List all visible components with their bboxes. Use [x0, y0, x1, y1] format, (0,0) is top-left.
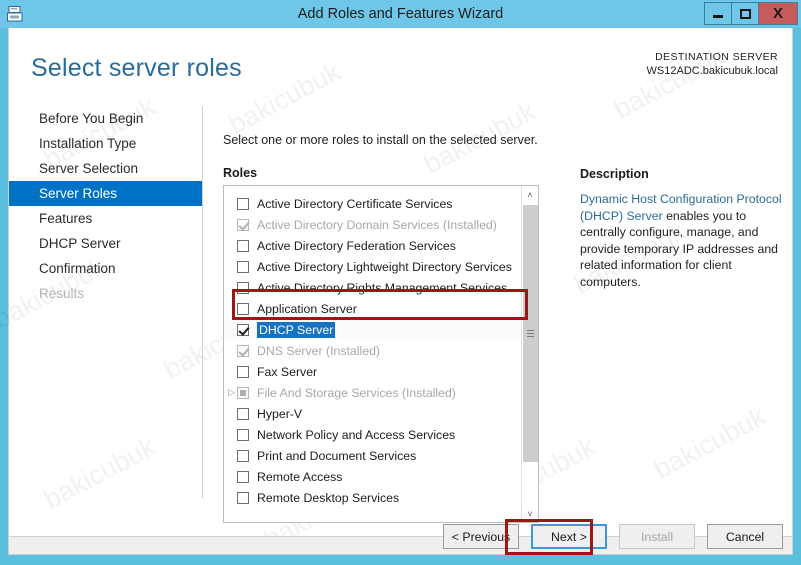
role-label: Remote Access	[257, 469, 343, 484]
window-title: Add Roles and Features Wizard	[297, 6, 504, 22]
role-checkbox[interactable]	[237, 260, 249, 273]
destination-server: DESTINATION SERVER WS12ADC.bakicubuk.loc…	[647, 51, 778, 77]
role-label: Active Directory Federation Services	[257, 238, 456, 253]
role-label: File And Storage Services (Installed)	[257, 385, 456, 400]
role-checkbox[interactable]	[237, 197, 249, 210]
minimize-button[interactable]	[704, 2, 732, 25]
install-button: Install	[619, 524, 695, 549]
watermark: bakicubuk	[648, 401, 771, 485]
role-checkbox[interactable]	[237, 281, 249, 294]
scrollbar-grip-icon	[527, 330, 534, 337]
role-row[interactable]: Active Directory Domain Services (Instal…	[224, 214, 522, 235]
role-checkbox[interactable]	[237, 491, 249, 504]
role-row[interactable]: ▷ File And Storage Services (Installed)	[224, 382, 522, 403]
wizard-window: Add Roles and Features Wizard X bakicubu…	[0, 0, 801, 565]
role-checkbox[interactable]	[237, 365, 249, 378]
role-checkbox	[237, 386, 249, 399]
scroll-up-icon[interactable]: ˄	[522, 186, 538, 203]
role-row[interactable]: Active Directory Lightweight Directory S…	[224, 256, 522, 277]
scrollbar-thumb[interactable]	[523, 205, 538, 462]
role-label: DNS Server (Installed)	[257, 343, 381, 358]
sidebar-item-dhcp-server[interactable]: DHCP Server	[9, 231, 202, 256]
role-row[interactable]: Print and Document Services	[224, 445, 522, 466]
sidebar-item-before-you-begin[interactable]: Before You Begin	[9, 106, 202, 131]
role-checkbox[interactable]	[237, 302, 249, 315]
role-checkbox[interactable]	[237, 239, 249, 252]
cancel-button[interactable]: Cancel	[707, 524, 783, 549]
expander-triangle-icon[interactable]: ▷	[228, 387, 237, 398]
previous-button[interactable]: < Previous	[443, 524, 519, 549]
role-row[interactable]: Active Directory Rights Management Servi…	[224, 277, 522, 298]
sidebar-divider	[202, 106, 203, 498]
role-row[interactable]: DHCP Server	[224, 319, 522, 340]
roles-list-box[interactable]: Active Directory Certificate Services Act…	[223, 185, 539, 523]
window-controls: X	[704, 2, 798, 26]
roles-list: Active Directory Certificate Services Act…	[224, 186, 522, 522]
sidebar-item-results: Results	[39, 286, 85, 301]
role-label: Hyper-V	[257, 406, 303, 421]
role-row[interactable]: Remote Desktop Services	[224, 487, 522, 508]
role-label: Network Policy and Access Services	[257, 427, 456, 442]
role-row[interactable]: Hyper-V	[224, 403, 522, 424]
maximize-icon	[739, 8, 751, 19]
sidebar-item-server-selection[interactable]: Server Selection	[9, 156, 202, 181]
role-label: DHCP Server	[257, 321, 336, 338]
role-label: Active Directory Certificate Services	[257, 196, 453, 211]
destination-server-label: DESTINATION SERVER	[655, 51, 778, 63]
role-label: Active Directory Domain Services (Instal…	[257, 217, 497, 232]
page-title: Select server roles	[31, 54, 242, 82]
role-label: Application Server	[257, 301, 357, 316]
role-label: Print and Document Services	[257, 448, 417, 463]
role-checkbox	[237, 344, 249, 357]
sidebar-item-confirmation[interactable]: Confirmation	[9, 256, 202, 281]
minimize-icon	[713, 14, 723, 18]
role-row[interactable]: Fax Server	[224, 361, 522, 382]
instruction-text: Select one or more roles to install on t…	[223, 133, 538, 147]
description-title: Description	[580, 167, 649, 181]
role-row[interactable]: Active Directory Federation Services	[224, 235, 522, 256]
role-checkbox	[237, 218, 249, 231]
role-checkbox[interactable]	[237, 323, 249, 336]
roles-section-label: Roles	[223, 166, 258, 180]
wizard-buttons: < Previous Next > Install Cancel	[443, 524, 783, 549]
role-checkbox[interactable]	[237, 407, 249, 420]
maximize-button[interactable]	[731, 2, 759, 25]
role-row[interactable]: DNS Server (Installed)	[224, 340, 522, 361]
client-area: bakicubuk bakicubuk bakicubuk bakicubuk …	[0, 28, 793, 555]
close-button[interactable]: X	[758, 2, 798, 25]
role-row[interactable]: Remote Access	[224, 466, 522, 487]
sidebar-item-server-roles[interactable]: Server Roles	[9, 181, 202, 206]
role-label: Active Directory Rights Management Servi…	[257, 280, 508, 295]
role-row[interactable]: Active Directory Certificate Services	[224, 193, 522, 214]
scroll-down-icon[interactable]: ˅	[522, 505, 538, 522]
role-label: Remote Desktop Services	[257, 490, 400, 505]
role-checkbox[interactable]	[237, 449, 249, 462]
role-checkbox[interactable]	[237, 470, 249, 483]
role-label: Active Directory Lightweight Directory S…	[257, 259, 512, 274]
title-bar: Add Roles and Features Wizard X	[0, 0, 801, 28]
watermark: bakicubuk	[223, 56, 346, 140]
sidebar-item-features[interactable]: Features	[9, 206, 202, 231]
role-row[interactable]: Application Server	[224, 298, 522, 319]
role-label: Fax Server	[257, 364, 318, 379]
role-row[interactable]: Network Policy and Access Services	[224, 424, 522, 445]
next-button[interactable]: Next >	[531, 524, 607, 549]
destination-server-value: WS12ADC.bakicubuk.local	[646, 65, 778, 77]
sidebar-item-installation-type[interactable]: Installation Type	[9, 131, 202, 156]
wizard-steps-sidebar: Before You Begin Installation Type Server …	[9, 106, 202, 496]
description-body: Dynamic Host Configuration Protocol (DHC…	[580, 191, 792, 290]
roles-scrollbar[interactable]: ˄ ˅	[521, 186, 538, 522]
role-checkbox[interactable]	[237, 428, 249, 441]
